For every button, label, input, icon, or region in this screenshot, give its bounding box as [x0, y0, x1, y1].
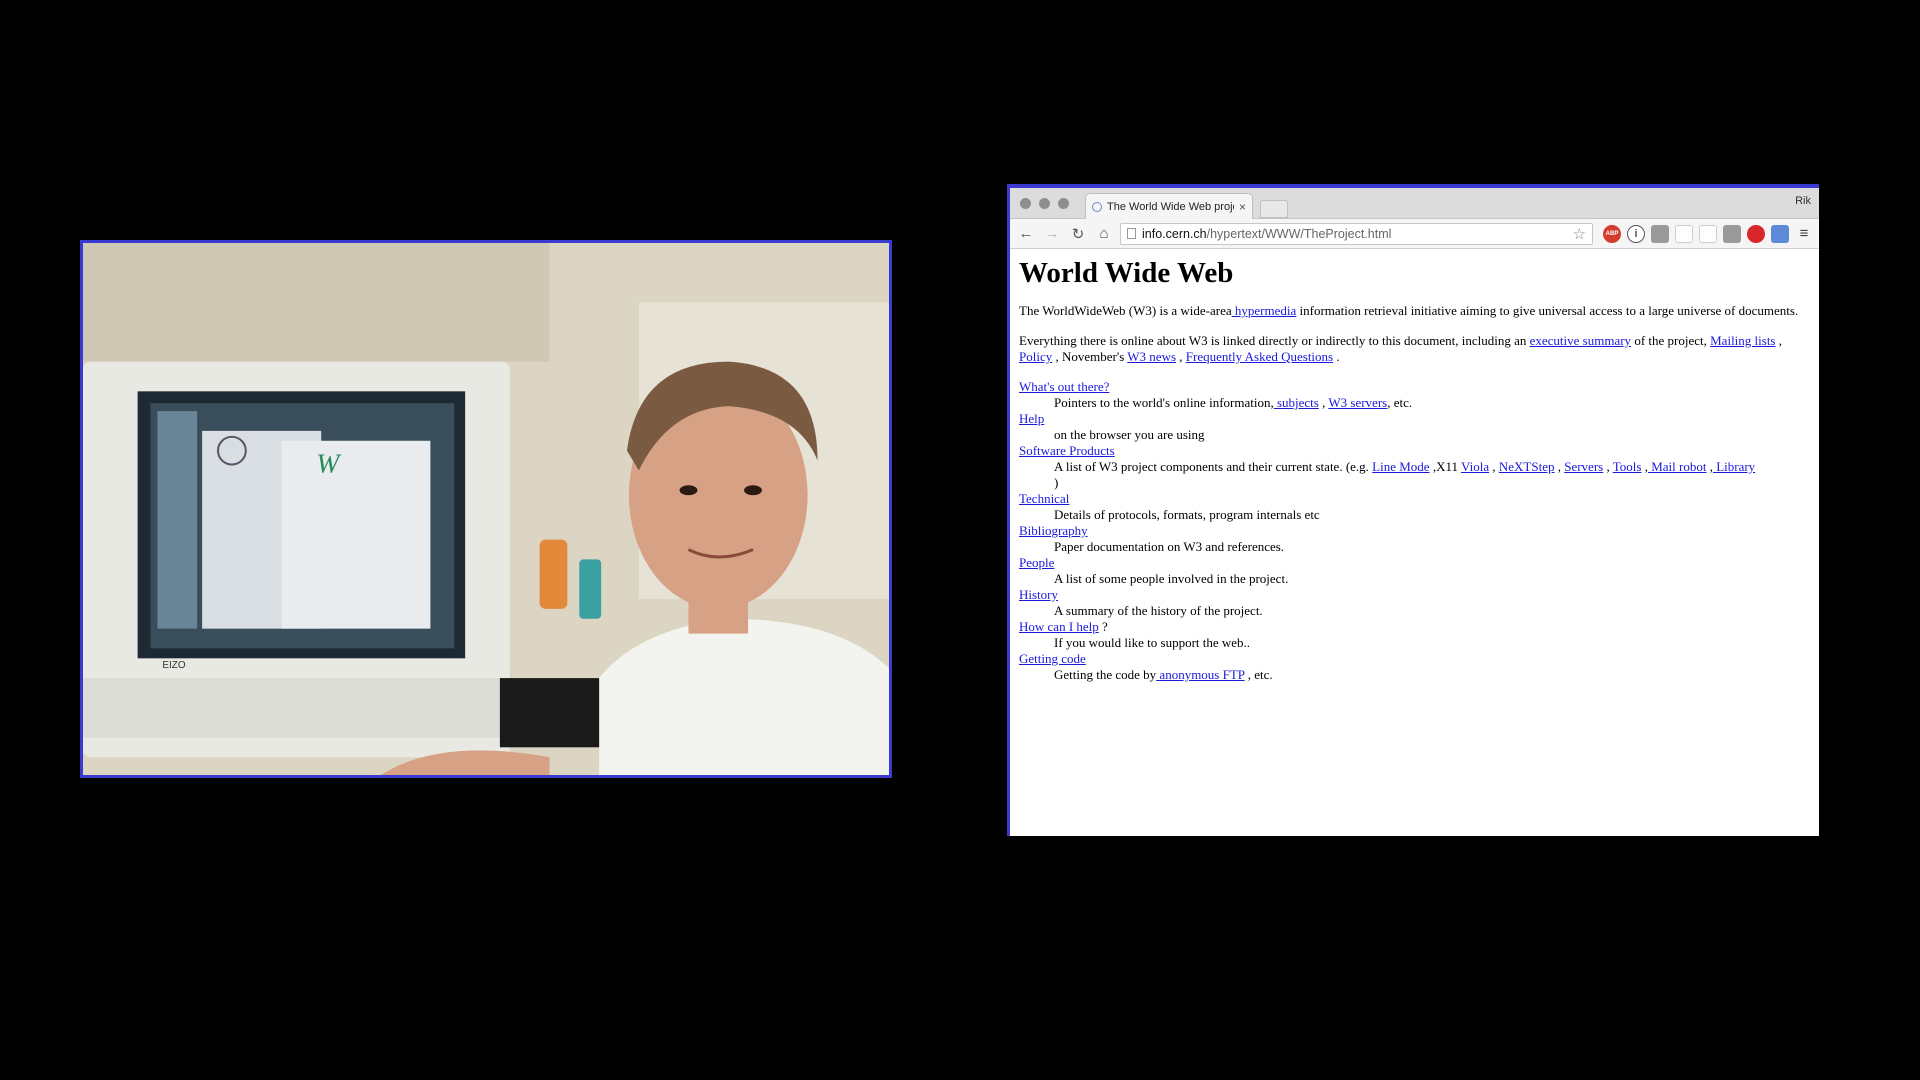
list-item: Help [1019, 411, 1810, 427]
new-tab-button[interactable] [1260, 200, 1288, 218]
close-window-button[interactable] [1020, 198, 1031, 209]
forward-arrow-icon[interactable]: → [1042, 224, 1062, 244]
extension-puzzle-icon[interactable] [1699, 224, 1717, 243]
globe-icon [1092, 201, 1102, 212]
link-w3-news[interactable]: W3 news [1127, 349, 1176, 364]
list-item: Bibliography [1019, 523, 1810, 539]
extension-grid-icon[interactable] [1723, 224, 1741, 243]
adblock-plus-icon[interactable]: ABP [1603, 224, 1621, 243]
link-help[interactable]: Help [1019, 411, 1044, 426]
link-bibliography[interactable]: Bibliography [1019, 523, 1088, 538]
list-item: Getting code [1019, 651, 1810, 667]
list-item-description: Getting the code by anonymous FTP , etc. [1054, 667, 1273, 682]
tab-active[interactable]: The World Wide Web proje × [1085, 193, 1253, 219]
topic-list: What's out there? Pointers to the world'… [1019, 379, 1810, 683]
link-policy[interactable]: Policy [1019, 349, 1052, 364]
link-people[interactable]: People [1019, 555, 1054, 570]
link-software-products[interactable]: Software Products [1019, 443, 1115, 458]
list-item-description: If you would like to support the web.. [1054, 635, 1251, 650]
list-item: History [1019, 587, 1810, 603]
list-item-description: A list of W3 project components and thei… [1054, 459, 1756, 490]
link-anonymous-ftp[interactable]: anonymous FTP [1156, 667, 1244, 682]
extension-icon[interactable] [1651, 224, 1669, 243]
menu-icon[interactable]: ≡ [1795, 225, 1813, 243]
photo-illustration: W EIZO [83, 243, 889, 775]
page-title: World Wide Web [1019, 257, 1234, 289]
link-faq[interactable]: Frequently Asked Questions [1186, 349, 1333, 364]
everything-paragraph: Everything there is online about W3 is l… [1019, 333, 1782, 364]
link-hypermedia[interactable]: hypermedia [1232, 303, 1296, 318]
svg-text:EIZO: EIZO [162, 660, 185, 671]
link-executive-summary[interactable]: executive summary [1530, 333, 1631, 348]
home-icon[interactable]: ⌂ [1094, 224, 1114, 244]
link-tools[interactable]: Tools [1613, 459, 1642, 474]
list-item-description: Paper documentation on W3 and references… [1054, 539, 1285, 554]
intro-paragraph: The WorldWideWeb (W3) is a wide-area hyp… [1019, 303, 1799, 318]
link-how-can-i-help[interactable]: How can I help [1019, 619, 1099, 634]
link-viola[interactable]: Viola [1461, 459, 1489, 474]
list-item: Technical [1019, 491, 1810, 507]
svg-text:W: W [316, 448, 342, 479]
link-mailing-lists[interactable]: Mailing lists [1710, 333, 1775, 348]
list-item: How can I help ? [1019, 619, 1108, 634]
page-content: World Wide Web The WorldWideWeb (W3) is … [1010, 249, 1819, 685]
title-bar: The World Wide Web proje × Rik [1010, 188, 1819, 219]
list-item-description: Details of protocols, formats, program i… [1054, 507, 1320, 522]
list-item-description: A list of some people involved in the pr… [1054, 571, 1289, 586]
extension-window-icon[interactable] [1771, 224, 1789, 243]
link-w3-servers[interactable]: W3 servers [1328, 395, 1387, 410]
link-history[interactable]: History [1019, 587, 1058, 602]
extension-disabled-icon[interactable] [1675, 224, 1693, 243]
address-bar[interactable]: info.cern.ch/hypertext/WWW/TheProject.ht… [1120, 222, 1593, 245]
toolbar: ← → ↻ ⌂ info.cern.ch/hypertext/WWW/ThePr… [1010, 219, 1819, 249]
profile-button[interactable]: Rik [1795, 195, 1811, 207]
link-nextstep[interactable]: NeXTStep [1499, 459, 1555, 474]
link-library[interactable]: Library [1713, 459, 1755, 474]
link-line-mode[interactable]: Line Mode [1372, 459, 1429, 474]
list-item-description: Pointers to the world's online informati… [1054, 395, 1413, 410]
link-mail-robot[interactable]: Mail robot [1648, 459, 1706, 474]
link-getting-code[interactable]: Getting code [1019, 651, 1086, 666]
list-item-description: on the browser you are using [1054, 427, 1205, 442]
list-item: What's out there? [1019, 379, 1810, 395]
zoom-window-button[interactable] [1058, 198, 1069, 209]
back-arrow-icon[interactable]: ← [1016, 224, 1036, 244]
browser-window: The World Wide Web proje × Rik ← → ↻ ⌂ i… [1007, 184, 1819, 836]
page-icon [1127, 228, 1136, 239]
tab-close-icon[interactable]: × [1239, 200, 1246, 214]
link-subjects[interactable]: subjects [1274, 395, 1319, 410]
bookmark-star-icon[interactable]: ☆ [1573, 225, 1586, 243]
window-controls [1020, 198, 1069, 209]
link-technical[interactable]: Technical [1019, 491, 1069, 506]
link-servers[interactable]: Servers [1564, 459, 1603, 474]
reload-icon[interactable]: ↻ [1068, 224, 1088, 244]
photo-tim-berners-lee-at-nexT-computer: W EIZO [80, 240, 892, 778]
tab-title: The World Wide Web proje [1107, 200, 1234, 213]
info-icon[interactable]: i [1627, 224, 1645, 243]
list-item-description: A summary of the history of the project. [1054, 603, 1263, 618]
extension-red-icon[interactable] [1747, 224, 1765, 243]
list-item: Software Products [1019, 443, 1810, 459]
url-text[interactable]: info.cern.ch/hypertext/WWW/TheProject.ht… [1142, 227, 1567, 241]
minimize-window-button[interactable] [1039, 198, 1050, 209]
list-item: People [1019, 555, 1810, 571]
link-whats-out-there[interactable]: What's out there? [1019, 379, 1109, 394]
